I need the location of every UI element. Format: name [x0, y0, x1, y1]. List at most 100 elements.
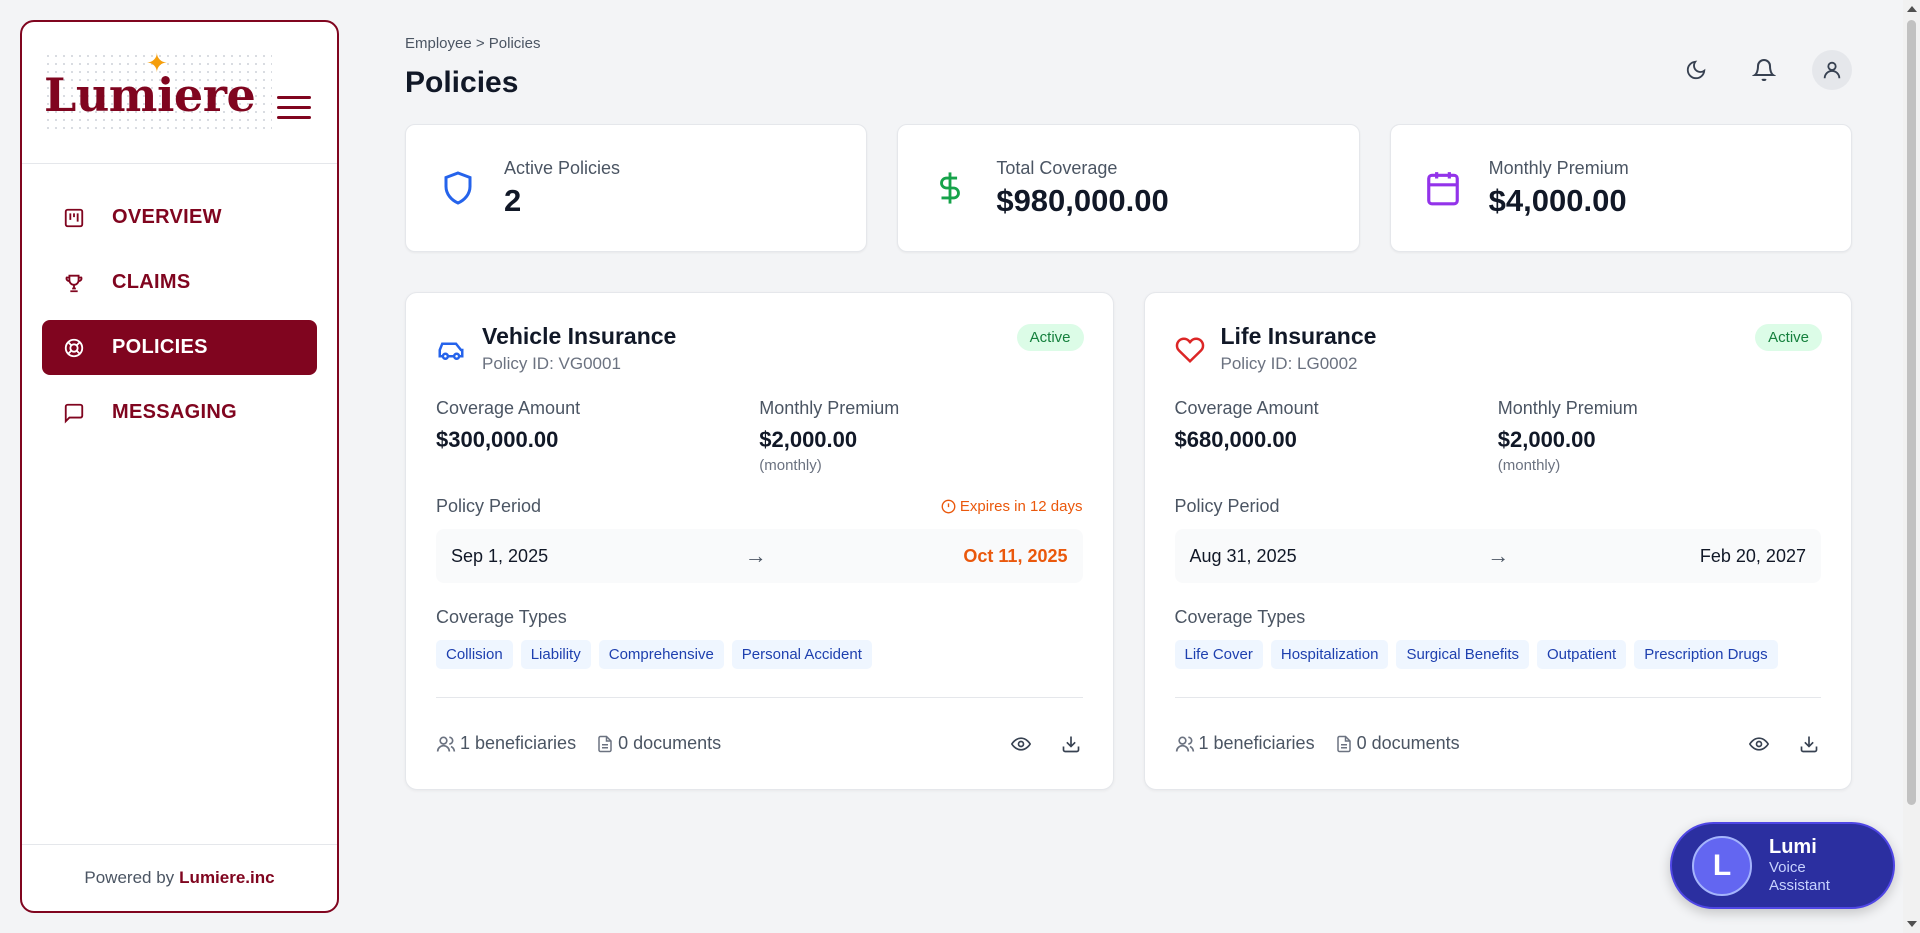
sidebar-item-label: POLICIES	[112, 336, 208, 358]
coverage-types-label: Coverage Types	[436, 607, 567, 627]
users-icon	[1175, 736, 1194, 752]
sidebar-item-overview[interactable]: OVERVIEW	[42, 190, 317, 245]
policy-cards: Vehicle Insurance Policy ID: VG0001 Acti…	[405, 292, 1852, 790]
footer-prefix: Powered by	[84, 868, 175, 887]
download-icon	[1800, 736, 1818, 752]
policy-card-vehicle: Vehicle Insurance Policy ID: VG0001 Acti…	[405, 292, 1114, 790]
policy-card-footer: 1 beneficiaries 0 documents	[436, 697, 1083, 789]
kanban-icon	[62, 206, 86, 230]
beneficiaries-text: 1 beneficiaries	[1198, 733, 1315, 753]
breadcrumb: Employee > Policies	[405, 35, 541, 52]
view-policy-button[interactable]	[1747, 732, 1771, 756]
moon-icon	[1686, 60, 1706, 80]
premium-amount: $2,000.00	[1497, 427, 1596, 452]
dark-mode-toggle[interactable]	[1676, 50, 1716, 90]
coverage-amount: $680,000.00	[1174, 427, 1297, 452]
arrow-right-icon: →	[1487, 543, 1510, 568]
coverage-types: Life Cover Hospitalization Surgical Bene…	[1174, 640, 1822, 669]
coverage-types-label: Coverage Types	[1174, 607, 1306, 627]
policy-title: Life Insurance	[1220, 323, 1377, 349]
users-icon	[436, 736, 456, 752]
trophy-icon	[62, 271, 86, 295]
stat-value: $980,000.00	[996, 182, 1169, 218]
policy-card-footer: 1 beneficiaries 0 documents	[1174, 697, 1821, 789]
car-icon	[436, 335, 468, 367]
period-start: Aug 31, 2025	[1189, 545, 1297, 566]
stat-label: Total Coverage	[996, 157, 1118, 178]
sidebar-item-label: OVERVIEW	[112, 206, 222, 228]
coverage-types: Collision Liability Comprehensive Person…	[436, 640, 1083, 669]
status-badge: Active	[1755, 324, 1822, 351]
coverage-label: Coverage Amount	[436, 398, 581, 418]
user-avatar-button[interactable]	[1812, 50, 1852, 90]
download-policy-button[interactable]	[1797, 732, 1821, 756]
coverage-type-chip: Prescription Drugs	[1634, 640, 1778, 669]
page-scrollbar[interactable]	[1903, 0, 1920, 933]
scroll-down-icon[interactable]	[1907, 921, 1917, 927]
logo-star-icon: ✦	[146, 48, 168, 78]
sidebar-item-label: MESSAGING	[112, 401, 237, 423]
arrow-right-icon: →	[744, 543, 767, 568]
coverage-type-chip: Personal Accident	[731, 640, 872, 669]
view-policy-button[interactable]	[1009, 732, 1033, 756]
period-start: Sep 1, 2025	[451, 545, 549, 566]
stat-value: $4,000.00	[1488, 182, 1627, 218]
user-icon	[1823, 61, 1841, 79]
sidebar-item-policies[interactable]: POLICIES	[42, 320, 317, 375]
documents-count: 0 documents	[1335, 733, 1460, 754]
hamburger-menu-icon[interactable]	[277, 96, 311, 126]
coverage-type-chip: Comprehensive	[598, 640, 724, 669]
coverage-type-chip: Liability	[520, 640, 591, 669]
stat-card-total-coverage: Total Coverage $980,000.00	[897, 124, 1360, 252]
coverage-type-chip: Outpatient	[1537, 640, 1627, 669]
coverage-type-chip: Hospitalization	[1270, 640, 1389, 669]
coverage-type-chip: Surgical Benefits	[1396, 640, 1529, 669]
dollar-icon	[930, 168, 970, 208]
stat-label: Active Policies	[504, 157, 621, 178]
page-title: Policies	[405, 66, 519, 99]
beneficiaries-count: 1 beneficiaries	[436, 733, 576, 754]
assistant-name: Lumi	[1769, 836, 1817, 858]
download-policy-button[interactable]	[1059, 732, 1083, 756]
eye-icon	[1749, 736, 1769, 751]
documents-text: 0 documents	[1356, 733, 1460, 753]
file-icon	[1336, 735, 1351, 752]
shield-icon	[438, 168, 478, 208]
scrollbar-thumb[interactable]	[1907, 20, 1916, 805]
stat-card-monthly-premium: Monthly Premium $4,000.00	[1389, 124, 1852, 252]
footer-brand-link[interactable]: Lumiere.inc	[179, 868, 274, 888]
expiry-text: Expires in 12 days	[959, 498, 1083, 515]
notifications-button[interactable]	[1744, 50, 1784, 90]
sidebar-item-claims[interactable]: CLAIMS	[42, 255, 317, 310]
sidebar: Lumiere ✦ OVERVIEW CLAIMS POLICIES MESSA…	[20, 20, 339, 913]
documents-count: 0 documents	[596, 733, 721, 754]
sidebar-item-label: CLAIMS	[112, 271, 191, 293]
sidebar-header: Lumiere ✦	[22, 22, 337, 164]
period-label: Policy Period	[1174, 496, 1280, 516]
policy-period: Sep 1, 2025 → Oct 11, 2025	[436, 529, 1083, 583]
eye-icon	[1010, 736, 1031, 751]
heart-icon	[1175, 335, 1207, 367]
policy-title: Vehicle Insurance	[482, 323, 677, 349]
policy-id: Policy ID: VG0001	[482, 354, 621, 373]
bell-icon	[1752, 59, 1776, 82]
policy-card-life: Life Insurance Policy ID: LG0002 Active …	[1143, 292, 1852, 790]
coverage-label: Coverage Amount	[1174, 398, 1319, 418]
sidebar-item-messaging[interactable]: MESSAGING	[42, 385, 317, 440]
period-label: Policy Period	[436, 496, 542, 516]
stats-row: Active Policies 2 Total Coverage $980,00…	[405, 124, 1852, 252]
voice-assistant-button[interactable]: L Lumi Voice Assistant	[1670, 822, 1895, 909]
stat-label: Monthly Premium	[1488, 157, 1629, 178]
sidebar-nav: OVERVIEW CLAIMS POLICIES MESSAGING	[22, 164, 337, 844]
alert-circle-icon	[941, 499, 956, 514]
stat-value: 2	[504, 182, 522, 218]
coverage-amount: $300,000.00	[436, 427, 559, 452]
assistant-avatar: L	[1692, 835, 1752, 896]
premium-frequency: (monthly)	[759, 457, 822, 474]
header-actions	[1676, 50, 1852, 90]
beneficiaries-text: 1 beneficiaries	[460, 733, 577, 753]
scroll-up-icon[interactable]	[1907, 6, 1917, 12]
calendar-icon	[1423, 168, 1463, 208]
documents-text: 0 documents	[618, 733, 722, 753]
status-badge: Active	[1016, 324, 1084, 351]
